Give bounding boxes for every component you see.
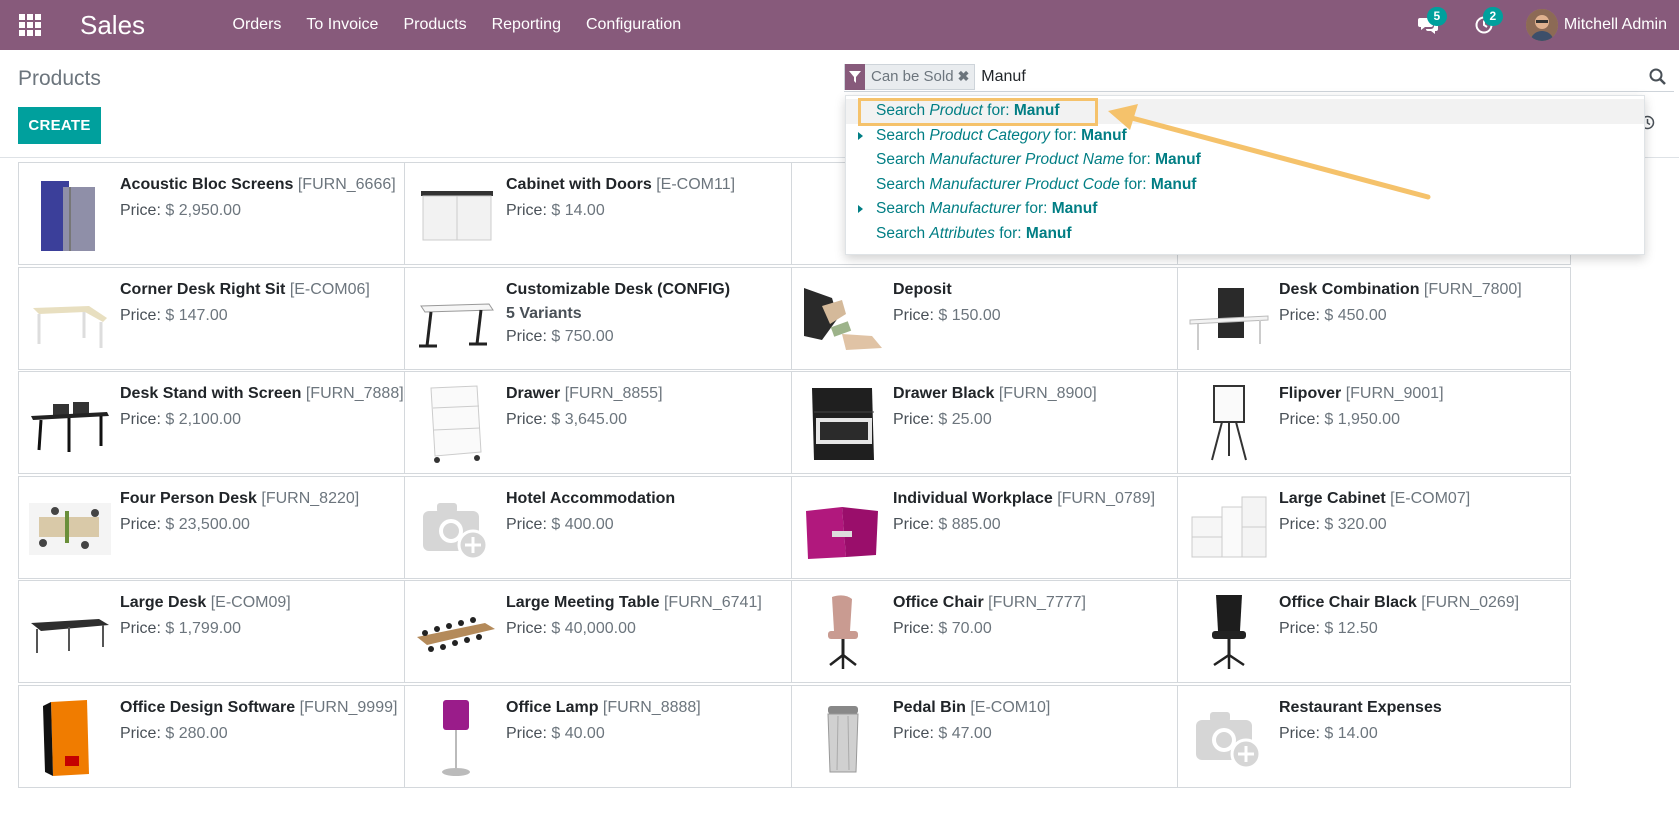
arrow-annotation: [1108, 104, 1431, 200]
